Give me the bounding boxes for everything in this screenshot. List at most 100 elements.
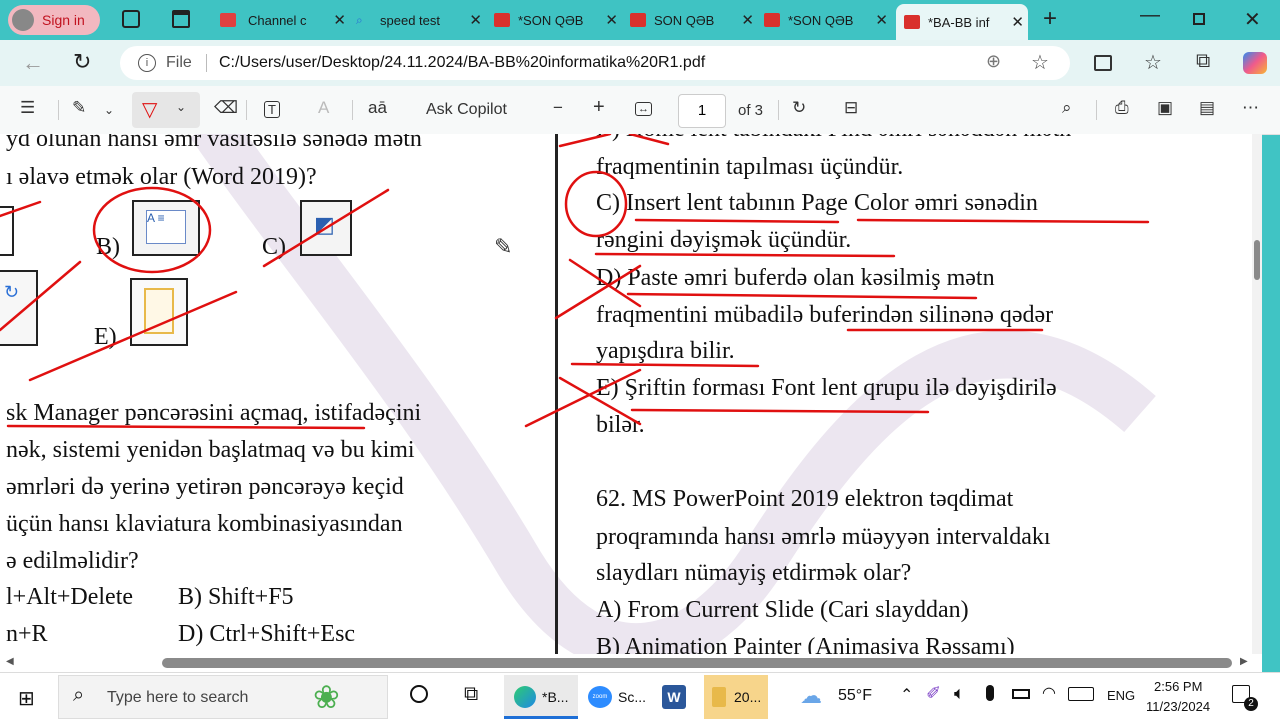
text-box-icon[interactable]: T xyxy=(264,101,280,118)
divider xyxy=(352,100,353,120)
chevron-down-icon: ⌄ xyxy=(176,100,187,114)
save-as-icon[interactable]: ▤ xyxy=(1199,98,1215,118)
pdf-viewer[interactable]: yd olunan hansı əmr vasitəsilə sənədə mə… xyxy=(0,134,1262,654)
folder-icon xyxy=(712,687,726,707)
tab-actions-icon[interactable] xyxy=(172,10,190,28)
taskbar-app-word[interactable]: W xyxy=(656,675,698,719)
divider xyxy=(58,100,59,120)
taskbar-search[interactable]: ⌕ Type here to search ❀ xyxy=(58,675,388,719)
task-view-icon[interactable]: ⧉ xyxy=(464,683,478,706)
contents-icon[interactable]: ☰ xyxy=(20,98,35,118)
taskbar-app-edge[interactable]: *B... xyxy=(504,675,578,719)
ask-copilot-button[interactable]: Ask Copilot xyxy=(426,101,507,119)
zoom-out-button[interactable]: − xyxy=(553,98,563,118)
close-icon[interactable]: ✕ xyxy=(605,11,618,29)
search-placeholder: Type here to search xyxy=(107,689,249,706)
tab-pdf-2[interactable]: SON QƏB ✕ xyxy=(630,6,758,34)
vertical-scrollbar[interactable] xyxy=(1252,134,1262,654)
url-text[interactable]: C:/Users/user/Desktop/24.11.2024/BA-BB%2… xyxy=(219,54,705,72)
address-field[interactable]: i File C:/Users/user/Desktop/24.11.2024/… xyxy=(120,46,1070,80)
tab-pdf-1[interactable]: *SON QƏB ✕ xyxy=(494,6,622,34)
horizontal-scrollbar[interactable]: ◀ ▶ xyxy=(0,654,1262,672)
battery-icon[interactable] xyxy=(1012,689,1030,699)
close-icon[interactable]: ✕ xyxy=(469,11,482,29)
highlight-icon[interactable]: ✎ xyxy=(72,98,86,118)
cortana-icon[interactable] xyxy=(410,685,428,703)
translate-icon[interactable]: aā xyxy=(368,98,387,118)
divider xyxy=(778,100,779,120)
volume-icon[interactable]: 🔈︎ xyxy=(954,683,965,704)
taskbar-app-zoom[interactable]: zoom Sc... xyxy=(582,675,652,719)
eraser-icon[interactable]: ⌫ xyxy=(214,98,238,118)
pen-icon: ▽ xyxy=(142,99,158,121)
divider xyxy=(1096,100,1097,120)
divider xyxy=(206,54,207,72)
microphone-icon[interactable] xyxy=(986,685,994,701)
close-icon[interactable]: ✕ xyxy=(875,11,888,29)
pdf-icon xyxy=(494,13,510,27)
close-icon[interactable]: ✕ xyxy=(741,11,754,29)
tab-speed-test[interactable]: ⌕ speed test ✕ xyxy=(356,6,486,34)
ink-underline xyxy=(570,362,760,368)
clock-time[interactable]: 2:56 PM xyxy=(1154,679,1202,694)
taskbar: ⊞ ⌕ Type here to search ❀ ⧉ *B... zoom S… xyxy=(0,672,1280,721)
workspaces-icon[interactable] xyxy=(122,10,140,28)
tab-pdf-active[interactable]: *BA-BB inf ✕ xyxy=(896,4,1028,40)
scroll-right-icon[interactable]: ▶ xyxy=(1240,656,1248,667)
tab-pdf-3[interactable]: *SON QƏB ✕ xyxy=(764,6,892,34)
search-icon[interactable]: ⌕ xyxy=(1062,98,1072,118)
ink-strike xyxy=(0,200,42,218)
restore-icon[interactable] xyxy=(1193,13,1205,25)
page-view-icon[interactable]: ⊟ xyxy=(844,98,858,118)
page-number-input[interactable]: 1 xyxy=(678,94,726,128)
favorite-star-icon[interactable]: ☆ xyxy=(1031,50,1049,75)
copilot-icon[interactable] xyxy=(1243,52,1267,74)
sign-in-label: Sign in xyxy=(42,12,85,28)
active-indicator xyxy=(504,716,578,719)
tab-youtube[interactable]: Channel c ✕ xyxy=(220,6,350,34)
profile-button[interactable]: Sign in xyxy=(8,5,100,35)
chevron-up-icon[interactable]: ⌃ xyxy=(900,685,913,705)
print-icon[interactable]: ⎙ xyxy=(1115,98,1129,118)
scroll-thumb[interactable] xyxy=(1254,240,1260,280)
more-icon[interactable]: ⋯ xyxy=(1242,98,1259,118)
tab-label: *BA-BB inf xyxy=(928,14,990,30)
clock-date[interactable]: 11/23/2024 xyxy=(1146,699,1210,714)
youtube-icon xyxy=(220,13,236,27)
ink-strike xyxy=(628,134,670,146)
tab-bar: Sign in Channel c ✕ ⌕ speed test ✕ *SON … xyxy=(0,0,1280,40)
split-screen-icon[interactable] xyxy=(1094,55,1112,71)
wifi-icon[interactable]: ◠ xyxy=(1042,683,1056,703)
weather-temp[interactable]: 55°F xyxy=(838,687,872,705)
language-indicator[interactable]: ENG xyxy=(1107,688,1135,703)
scroll-thumb[interactable] xyxy=(162,658,1232,668)
new-tab-icon[interactable]: + xyxy=(1043,5,1057,33)
keyboard-icon[interactable] xyxy=(1068,687,1094,701)
taskbar-app-explorer[interactable]: 20... xyxy=(704,675,768,719)
info-icon: i xyxy=(138,54,156,72)
zoom-icon[interactable]: ⊕ xyxy=(986,51,1001,72)
scheme-label: File xyxy=(166,54,192,71)
refresh-icon[interactable]: ↻ xyxy=(73,49,91,75)
zoom-in-button[interactable]: + xyxy=(593,96,605,119)
back-icon[interactable]: ← xyxy=(22,50,44,76)
draw-button[interactable]: ▽ ⌄ xyxy=(132,92,200,128)
rotate-icon[interactable]: ↻ xyxy=(792,98,806,118)
chevron-down-icon[interactable]: ⌄ xyxy=(104,103,114,117)
close-window-icon[interactable]: ✕ xyxy=(1244,7,1261,32)
weather-icon[interactable]: ☁ xyxy=(800,683,822,709)
close-icon[interactable]: ✕ xyxy=(1011,13,1024,31)
edge-icon xyxy=(514,686,536,708)
save-icon[interactable]: ▣ xyxy=(1157,98,1173,118)
extensions-icon[interactable]: ⧉ xyxy=(1196,50,1210,73)
close-icon[interactable]: ✕ xyxy=(333,11,346,29)
search-icon: ⌕ xyxy=(73,684,85,706)
scroll-left-icon[interactable]: ◀ xyxy=(6,656,14,667)
favorites-icon[interactable]: ☆ xyxy=(1144,50,1162,75)
pen-menu-icon[interactable]: ✐ xyxy=(926,683,941,704)
avatar-icon xyxy=(12,9,34,31)
fit-width-icon[interactable]: ↔ xyxy=(635,102,652,116)
minimize-icon[interactable]: — xyxy=(1140,4,1160,27)
windows-start-icon[interactable]: ⊞ xyxy=(18,686,35,711)
read-aloud-icon[interactable]: A xyxy=(318,98,329,118)
